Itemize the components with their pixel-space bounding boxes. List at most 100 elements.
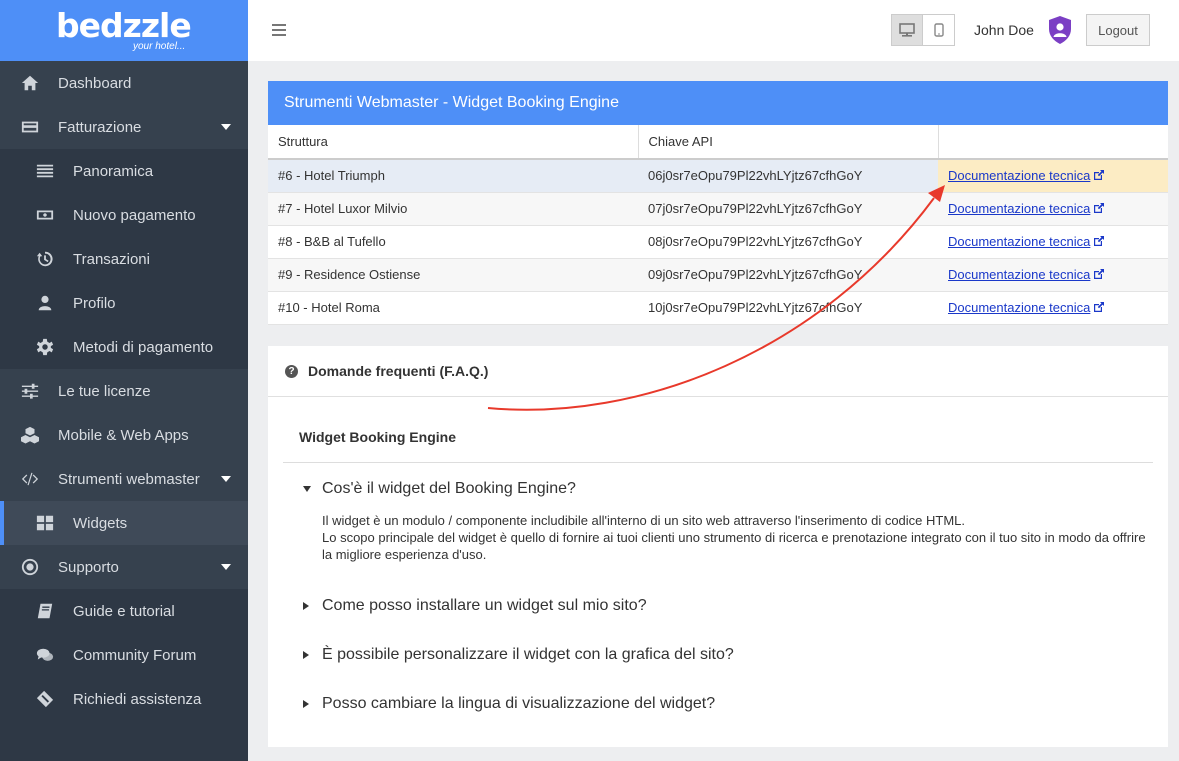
table-row[interactable]: #10 - Hotel Roma 10j0sr7eOpu79Pl22vhLYjt…	[268, 291, 1168, 325]
caret-down-icon	[221, 124, 231, 130]
cell-struttura: #10 - Hotel Roma	[268, 291, 638, 325]
cell-chiave-api: 08j0sr7eOpu79Pl22vhLYjtz67cfhGoY	[638, 225, 938, 259]
faq-answer-line: Il widget è un modulo / componente inclu…	[322, 513, 966, 528]
faq-question-text: Come posso installare un widget sul mio …	[322, 597, 647, 614]
menu-toggle-icon[interactable]	[272, 24, 286, 39]
cell-documentazione: Documentazione tecnica	[938, 258, 1168, 292]
sidebar-item-community-forum[interactable]: Community Forum	[0, 633, 248, 677]
panel-title: Strumenti Webmaster - Widget Booking Eng…	[268, 81, 1168, 125]
cell-documentazione: Documentazione tecnica	[938, 159, 1168, 193]
sidebar-item-widgets[interactable]: Widgets	[0, 501, 248, 545]
brand-logo[interactable]: bedzzle your hotel...	[0, 0, 248, 61]
faq-question-2[interactable]: Come posso installare un widget sul mio …	[303, 597, 647, 615]
logo-tagline: your hotel...	[133, 41, 186, 52]
sidebar-item-metodi-pagamento[interactable]: Metodi di pagamento	[0, 325, 248, 369]
table-row[interactable]: #8 - B&B al Tufello 08j0sr7eOpu79Pl22vhL…	[268, 225, 1168, 259]
documentazione-link[interactable]: Documentazione tecnica	[948, 234, 1090, 249]
cell-chiave-api: 10j0sr7eOpu79Pl22vhLYjtz67cfhGoY	[638, 291, 938, 325]
documentazione-link[interactable]: Documentazione tecnica	[948, 168, 1090, 183]
column-header-chiave-api: Chiave API	[638, 125, 939, 160]
column-header-struttura: Struttura	[268, 125, 639, 160]
list-icon	[35, 161, 55, 181]
table-row[interactable]: #9 - Residence Ostiense 09j0sr7eOpu79Pl2…	[268, 258, 1168, 292]
sidebar-item-richiedi-assistenza[interactable]: Richiedi assistenza	[0, 677, 248, 721]
faq-question-3[interactable]: È possibile personalizzare il widget con…	[303, 646, 734, 664]
book-icon	[35, 601, 55, 621]
lifebuoy-icon	[20, 557, 40, 577]
cubes-icon	[20, 425, 40, 445]
cell-struttura: #7 - Hotel Luxor Milvio	[268, 192, 638, 226]
faq-question-text: Posso cambiare la lingua di visualizzazi…	[322, 695, 716, 712]
logout-button[interactable]: Logout	[1086, 14, 1150, 46]
external-link-icon	[1094, 203, 1105, 213]
external-link-icon	[1094, 302, 1105, 312]
faq-answer-line: Lo scopo principale del widget è quello …	[322, 530, 1146, 562]
cell-struttura: #9 - Residence Ostiense	[268, 258, 638, 292]
sidebar-item-supporto[interactable]: Supporto	[0, 545, 248, 589]
sidebar-item-mobile-web-apps[interactable]: Mobile & Web Apps	[0, 413, 248, 457]
triangle-right-icon	[303, 602, 309, 610]
table-row[interactable]: #7 - Hotel Luxor Milvio 07j0sr7eOpu79Pl2…	[268, 192, 1168, 226]
sidebar-item-label: Le tue licenze	[58, 382, 151, 400]
sidebar: bedzzle your hotel... Dashboard Fatturaz…	[0, 0, 248, 761]
triangle-down-icon	[303, 486, 311, 492]
user-icon	[35, 293, 55, 313]
faq-section-title: Widget Booking Engine	[299, 429, 456, 445]
sidebar-item-label: Profilo	[73, 294, 116, 312]
username[interactable]: John Doe	[974, 22, 1034, 38]
view-toggle	[891, 14, 955, 46]
home-icon	[20, 73, 40, 93]
cell-documentazione: Documentazione tecnica	[938, 225, 1168, 259]
sidebar-item-label: Community Forum	[73, 646, 197, 664]
external-link-icon	[1094, 170, 1105, 181]
question-circle-icon: ?	[285, 364, 298, 378]
credit-card-icon	[20, 117, 40, 137]
faq-answer: Il widget è un modulo / componente inclu…	[322, 512, 1152, 563]
triangle-right-icon	[303, 700, 309, 708]
documentazione-link[interactable]: Documentazione tecnica	[948, 201, 1090, 216]
cell-chiave-api: 06j0sr7eOpu79Pl22vhLYjtz67cfhGoY	[638, 159, 938, 193]
desktop-icon	[899, 23, 915, 37]
faq-header: ? Domande frequenti (F.A.Q.)	[268, 346, 1168, 397]
caret-down-icon	[221, 476, 231, 482]
sidebar-item-strumenti-webmaster[interactable]: Strumenti webmaster	[0, 457, 248, 501]
faq-title: Domande frequenti (F.A.Q.)	[308, 363, 489, 379]
widget-table: Struttura Chiave API #6 - Hotel Triumph …	[268, 125, 1168, 325]
sidebar-item-label: Richiedi assistenza	[73, 690, 202, 708]
sidebar-item-guide-tutorial[interactable]: Guide e tutorial	[0, 589, 248, 633]
comments-icon	[35, 645, 55, 665]
sidebar-item-licenze[interactable]: Le tue licenze	[0, 369, 248, 413]
desktop-view-button[interactable]	[891, 14, 923, 46]
sidebar-item-label: Panoramica	[73, 162, 154, 180]
column-header-actions	[938, 125, 1168, 160]
divider	[283, 462, 1153, 463]
code-icon	[20, 469, 40, 489]
history-icon	[35, 249, 55, 269]
cell-documentazione: Documentazione tecnica	[938, 192, 1168, 226]
ticket-icon	[35, 689, 55, 709]
documentazione-link[interactable]: Documentazione tecnica	[948, 300, 1090, 315]
cell-struttura: #8 - B&B al Tufello	[268, 225, 638, 259]
faq-question-text: È possibile personalizzare il widget con…	[322, 646, 734, 663]
money-icon	[35, 205, 55, 225]
sidebar-item-nuovo-pagamento[interactable]: Nuovo pagamento	[0, 193, 248, 237]
sidebar-item-dashboard[interactable]: Dashboard	[0, 61, 248, 105]
sidebar-item-label: Nuovo pagamento	[73, 206, 196, 224]
mobile-view-button[interactable]	[923, 14, 955, 46]
sidebar-item-profilo[interactable]: Profilo	[0, 281, 248, 325]
topbar: John Doe Logout	[248, 0, 1179, 61]
sidebar-item-label: Strumenti webmaster	[58, 470, 200, 488]
user-shield-icon	[1047, 15, 1073, 50]
sidebar-item-label: Metodi di pagamento	[73, 338, 214, 356]
faq-question-4[interactable]: Posso cambiare la lingua di visualizzazi…	[303, 695, 715, 713]
faq-question-1[interactable]: Cos'è il widget del Booking Engine?	[303, 480, 576, 498]
documentazione-link[interactable]: Documentazione tecnica	[948, 267, 1090, 282]
cell-chiave-api: 09j0sr7eOpu79Pl22vhLYjtz67cfhGoY	[638, 258, 938, 292]
sidebar-item-transazioni[interactable]: Transazioni	[0, 237, 248, 281]
cell-chiave-api: 07j0sr7eOpu79Pl22vhLYjtz67cfhGoY	[638, 192, 938, 226]
table-row[interactable]: #6 - Hotel Triumph 06j0sr7eOpu79Pl22vhLY…	[268, 159, 1168, 193]
sidebar-item-label: Fatturazione	[58, 118, 142, 136]
sidebar-item-label: Widgets	[73, 514, 128, 532]
sidebar-item-panoramica[interactable]: Panoramica	[0, 149, 248, 193]
sidebar-item-fatturazione[interactable]: Fatturazione	[0, 105, 248, 149]
